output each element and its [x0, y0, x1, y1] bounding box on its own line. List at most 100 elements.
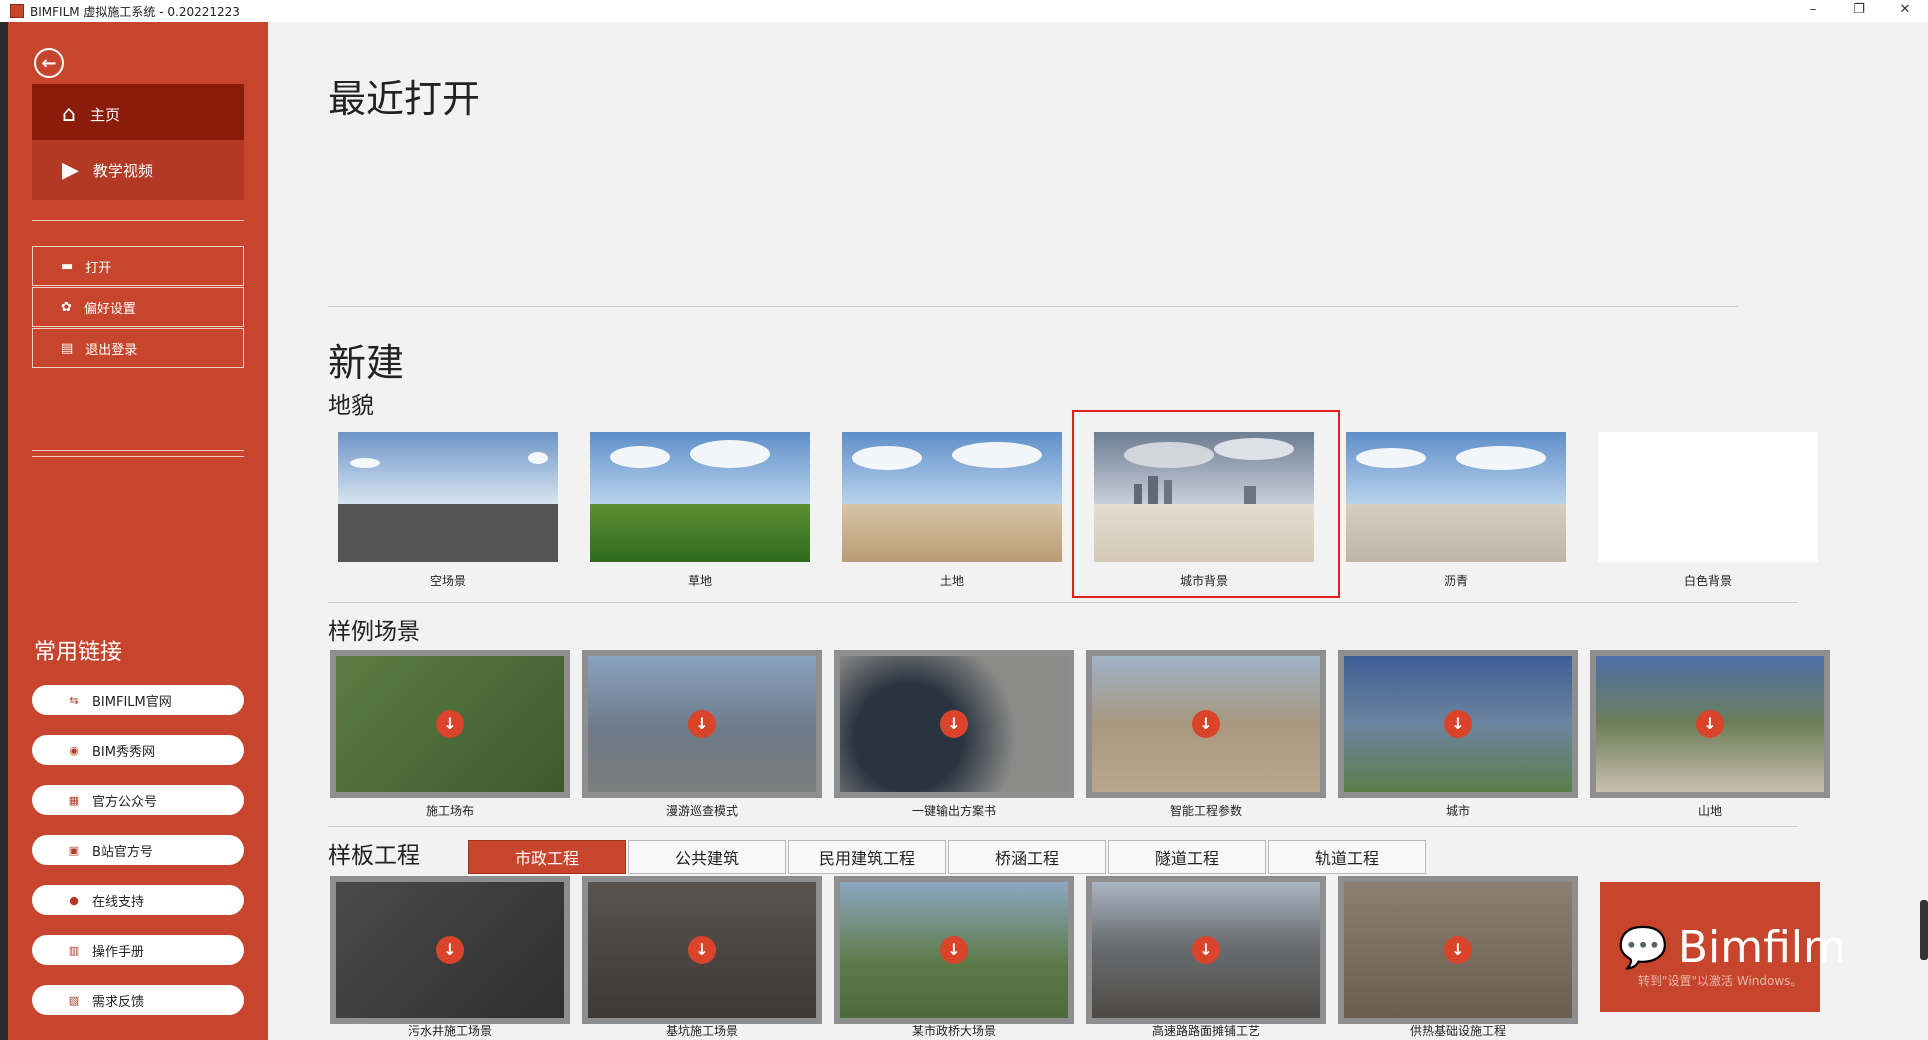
window-title: BIMFILM 虚拟施工系统 - 0.20221223 [30, 4, 240, 19]
sample-card[interactable]: ↓ [1338, 650, 1578, 798]
sample-card[interactable]: ↓ [1086, 650, 1326, 798]
terrain-thumbnail [1346, 432, 1566, 562]
terrain-card-empty[interactable]: 空场景 [338, 432, 558, 589]
download-icon[interactable]: ↓ [1696, 710, 1724, 738]
window-controls: – ❐ ✕ [1790, 0, 1928, 22]
sample-label: 城市 [1445, 804, 1470, 818]
app-icon [10, 4, 24, 18]
download-icon[interactable]: ↓ [1444, 936, 1472, 964]
template-label: 基坑施工场景 [665, 1024, 738, 1038]
nav-home[interactable]: ⌂ 主页 [32, 84, 244, 144]
sample-card[interactable]: ↓ [582, 650, 822, 798]
link-label: B站官方号 [92, 844, 153, 860]
logout-button[interactable]: ▤ 退出登录 [32, 328, 244, 368]
selection-highlight [1072, 410, 1340, 598]
brand-logo: 💬 Bimfilm [1600, 882, 1846, 1012]
video-icon: ▶ [62, 157, 79, 183]
brand-text: Bimfilm [1677, 921, 1846, 973]
terrain-label: 空场景 [429, 574, 466, 588]
activation-watermark: 转到"设置"以激活 Windows。 [1638, 974, 1803, 988]
terrain-label: 土地 [939, 574, 964, 588]
terrain-title: 地貌 [328, 393, 374, 419]
nav-tutorial-label: 教学视频 [92, 161, 153, 180]
template-card[interactable]: ↓ [330, 876, 570, 1024]
template-card[interactable]: ↓ [834, 876, 1074, 1024]
template-card[interactable]: ↓ [1086, 876, 1326, 1024]
download-icon[interactable]: ↓ [1192, 710, 1220, 738]
section-divider [328, 602, 1798, 603]
download-icon[interactable]: ↓ [688, 936, 716, 964]
download-icon[interactable]: ↓ [1444, 710, 1472, 738]
sample-label: 智能工程参数 [1169, 804, 1242, 818]
book-icon: ▥ [68, 943, 80, 957]
link-bim-xiuxiu[interactable]: ◉ BIM秀秀网 [32, 735, 244, 765]
template-title: 样板工程 [328, 843, 420, 869]
link-official-account[interactable]: ▦ 官方公众号 [32, 785, 244, 815]
sidebar-divider [32, 220, 244, 221]
minimize-button[interactable]: – [1790, 0, 1836, 22]
left-edge-strip [0, 22, 8, 1040]
download-icon[interactable]: ↓ [688, 710, 716, 738]
download-icon[interactable]: ↓ [436, 710, 464, 738]
sidebar: ← ⌂ 主页 ▶ 教学视频 ▬ 打开 ✿ 偏好设置 ▤ 退出登录 常用链接 ⇆ … [8, 22, 268, 1040]
nav-home-label: 主页 [89, 105, 120, 124]
terrain-card-soil[interactable]: 土地 [842, 432, 1062, 589]
link-feedback[interactable]: ▧ 需求反馈 [32, 985, 244, 1015]
template-card[interactable]: ↓ [582, 876, 822, 1024]
logout-icon: ▤ [61, 340, 74, 356]
sample-card[interactable]: ↓ [1590, 650, 1830, 798]
logout-label: 退出登录 [85, 342, 138, 358]
preferences-label: 偏好设置 [83, 301, 136, 317]
tab-tunnel[interactable]: 隧道工程 [1108, 840, 1266, 874]
terrain-label: 白色背景 [1683, 574, 1732, 588]
terrain-thumbnail [590, 432, 810, 562]
terrain-thumbnail [842, 432, 1062, 562]
links-title: 常用链接 [34, 640, 123, 665]
download-icon[interactable]: ↓ [1192, 936, 1220, 964]
download-icon[interactable]: ↓ [940, 710, 968, 738]
link-label: 官方公众号 [92, 794, 158, 810]
home-icon: ⌂ [62, 101, 76, 127]
sample-card[interactable]: ↓ [834, 650, 1074, 798]
template-card[interactable]: ↓ [1338, 876, 1578, 1024]
tab-municipal[interactable]: 市政工程 [468, 840, 626, 874]
download-icon[interactable]: ↓ [940, 936, 968, 964]
sample-card[interactable]: ↓ [330, 650, 570, 798]
link-online-support[interactable]: ● 在线支持 [32, 885, 244, 915]
sidebar-divider [32, 450, 244, 451]
globe-icon: ◉ [69, 743, 79, 757]
gear-icon: ✿ [61, 299, 72, 315]
terrain-card-white[interactable]: 白色背景 [1598, 432, 1818, 589]
scrollbar-thumb[interactable] [1920, 900, 1928, 960]
tab-civil-building[interactable]: 民用建筑工程 [788, 840, 946, 874]
link-bilibili[interactable]: ▣ B站官方号 [32, 835, 244, 865]
template-label: 高速路路面摊铺工艺 [1151, 1024, 1260, 1038]
link-label: 在线支持 [92, 894, 145, 910]
terrain-thumbnail [338, 432, 558, 562]
restore-button[interactable]: ❐ [1836, 0, 1882, 22]
preferences-button[interactable]: ✿ 偏好设置 [32, 287, 244, 327]
terrain-card-asphalt[interactable]: 沥青 [1346, 432, 1566, 589]
tab-public-building[interactable]: 公共建筑 [628, 840, 786, 874]
open-button[interactable]: ▬ 打开 [32, 246, 244, 286]
section-divider [328, 826, 1798, 827]
terrain-label: 沥青 [1443, 574, 1468, 588]
sample-label: 一键输出方案书 [911, 804, 996, 818]
close-button[interactable]: ✕ [1882, 0, 1928, 22]
tab-bridge[interactable]: 桥涵工程 [948, 840, 1106, 874]
terrain-thumbnail [1598, 432, 1818, 562]
nav-tutorial-videos[interactable]: ▶ 教学视频 [32, 140, 244, 200]
tab-rail[interactable]: 轨道工程 [1268, 840, 1426, 874]
back-arrow-icon[interactable]: ← [34, 48, 64, 78]
link-label: 操作手册 [92, 944, 145, 960]
section-divider [328, 306, 1738, 307]
title-bar: BIMFILM 虚拟施工系统 - 0.20221223 – ❐ ✕ [0, 0, 1928, 22]
sample-label: 漫游巡查模式 [665, 804, 738, 818]
download-icon[interactable]: ↓ [436, 936, 464, 964]
link-bimfilm-site[interactable]: ⇆ BIMFILM官网 [32, 685, 244, 715]
main-content: 最近打开 新建 地貌 空场景 草地 土地 城市背景 沥青 白色背景 样例场景 ↓… [268, 22, 1928, 1040]
link-manual[interactable]: ▥ 操作手册 [32, 935, 244, 965]
link-label: BIM秀秀网 [92, 744, 155, 760]
terrain-card-grass[interactable]: 草地 [590, 432, 810, 589]
open-label: 打开 [85, 260, 112, 276]
